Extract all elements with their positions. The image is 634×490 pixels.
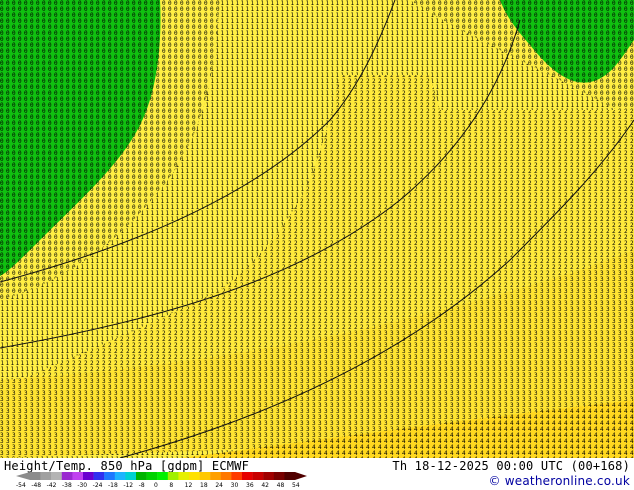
valid-time: Th 18-12-2025 00:00 UTC (00+168) [392,459,630,473]
legend-swatch [167,472,179,480]
legend-swatch [157,472,168,480]
legend-swatch [125,472,137,480]
legend-swatch [284,472,296,480]
legend-swatch [104,472,115,480]
legend-tick-label: 30 [230,482,239,489]
legend-tick-labels: -54 -48 -42 -38 -30 -24 -18 -12 -8 0 8 12 18 24 30 36 42… [16,482,300,490]
legend-tick-label: -12 [123,482,134,489]
legend-swatch [51,472,62,480]
legend-tick-label: -42 [46,482,57,489]
legend-tick-label: -8 [138,482,145,489]
legend-swatch [40,472,52,480]
legend-tick-label: 8 [169,482,174,489]
legend-tick-label: -48 [31,482,42,489]
legend-swatch [114,472,126,480]
legend-swatch [72,472,84,480]
legend-swatch [273,472,285,480]
legend-swatch [178,472,190,480]
credit-link[interactable]: © weatheronline.co.uk [489,474,630,488]
legend-swatch [252,472,264,480]
legend-swatch [263,472,274,480]
legend-swatch [136,472,147,480]
legend-tick-label: -54 [16,482,26,489]
legend-tick-label: 54 [292,482,300,489]
legend-swatch [83,472,94,480]
legend-tick-label: -38 [62,482,72,489]
legend-swatch [61,472,73,480]
legend-tick-label: 0 [154,482,158,489]
legend-tick-label: 24 [215,482,223,489]
legend-swatch [220,472,232,480]
legend-tick-label: -18 [108,482,118,489]
legend-tick-label: 42 [261,482,269,489]
legend-swatch [93,472,105,480]
legend-tick-label: 18 [200,482,208,489]
legend-swatch [231,472,243,480]
footer-bar: Height/Temp. 850 hPa [gdpm] ECMWF Th 18-… [0,458,634,490]
map-canvas: 0 0 1 2 3 4 [0,0,634,458]
legend-arrow-left [16,472,30,480]
legend-tick-label: -24 [92,482,103,489]
legend-swatch [242,472,253,480]
legend-swatch [189,472,200,480]
legend-swatch [30,472,41,480]
legend-tick-label: 48 [276,482,285,489]
map-title: Height/Temp. 850 hPa [gdpm] ECMWF [4,459,250,473]
legend-swatch [210,472,221,480]
weather-map: 0 0 1 2 3 4 [0,0,634,458]
legend-arrow-right [295,472,307,480]
legend-tick-label: -30 [77,482,88,489]
legend-swatch [146,472,158,480]
legend-tick-label: 12 [184,482,193,489]
legend-swatch [199,472,211,480]
legend-tick-label: 36 [246,482,254,489]
